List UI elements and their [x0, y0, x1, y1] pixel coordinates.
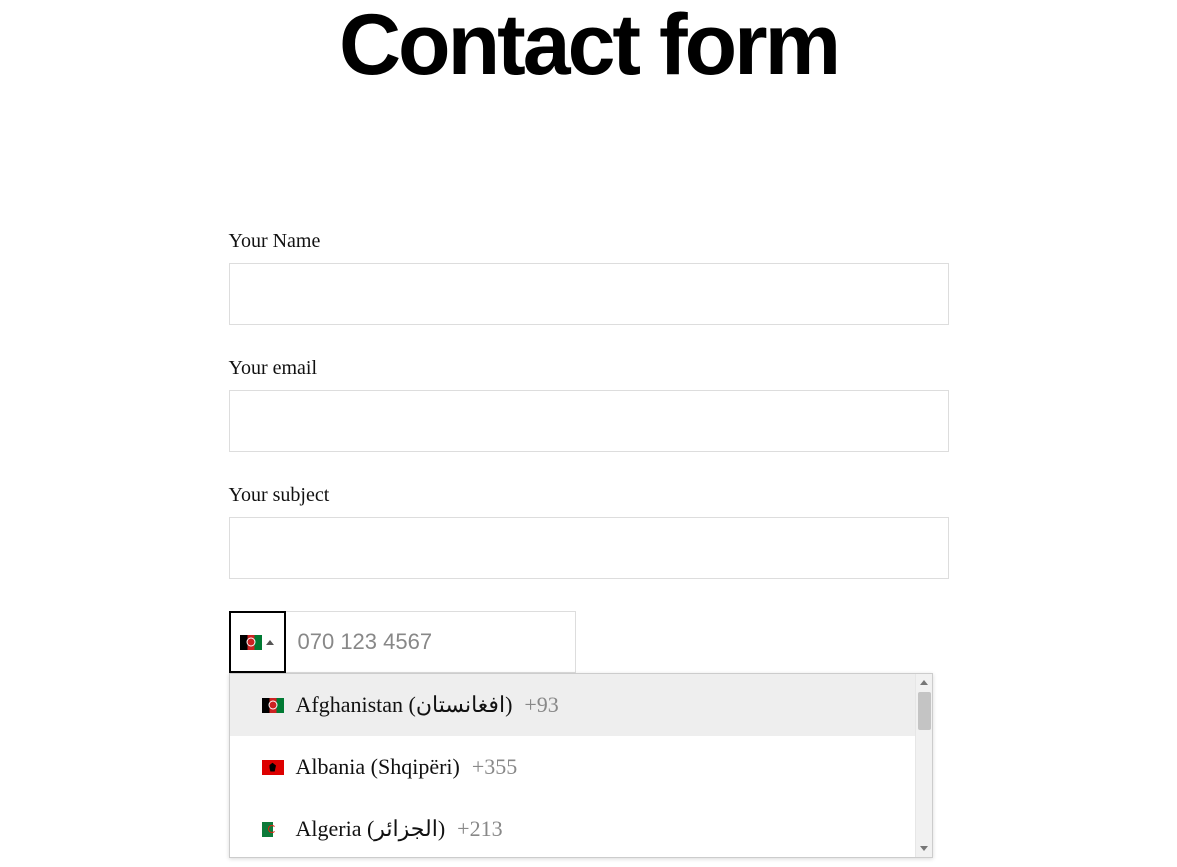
country-name: Algeria (الجزائر)	[296, 816, 446, 842]
country-name: Afghanistan (افغانستان)	[296, 692, 513, 718]
scrollbar[interactable]	[915, 674, 932, 857]
subject-label: Your subject	[229, 484, 949, 507]
country-list[interactable]: Afghanistan (افغانستان) +93 Albania (Shq…	[230, 674, 932, 857]
phone-input[interactable]	[286, 611, 576, 673]
subject-input[interactable]	[229, 517, 949, 579]
name-input[interactable]	[229, 263, 949, 325]
country-option-algeria[interactable]: Algeria (الجزائر) +213	[230, 798, 932, 857]
scroll-down-icon[interactable]	[916, 840, 932, 857]
scroll-up-icon[interactable]	[916, 674, 932, 691]
scroll-thumb[interactable]	[918, 692, 931, 730]
name-field: Your Name	[229, 230, 949, 325]
flag-afghanistan-icon	[262, 698, 284, 713]
chevron-up-icon	[266, 640, 274, 645]
dial-code: +93	[524, 692, 558, 718]
country-name: Albania (Shqipëri)	[296, 754, 460, 780]
dial-code: +355	[472, 754, 517, 780]
page-title: Contact form	[0, 0, 1177, 90]
country-option-albania[interactable]: Albania (Shqipëri) +355	[230, 736, 932, 798]
subject-field: Your subject	[229, 484, 949, 579]
name-label: Your Name	[229, 230, 949, 253]
contact-form: Your Name Your email Your subject Afghan…	[229, 230, 949, 673]
flag-algeria-icon	[262, 822, 284, 837]
flag-albania-icon	[262, 760, 284, 775]
email-label: Your email	[229, 357, 949, 380]
country-select-button[interactable]	[229, 611, 286, 673]
country-dropdown: Afghanistan (افغانستان) +93 Albania (Shq…	[229, 673, 933, 858]
flag-afghanistan-icon	[240, 635, 262, 650]
email-input[interactable]	[229, 390, 949, 452]
email-field: Your email	[229, 357, 949, 452]
dial-code: +213	[457, 816, 502, 842]
country-option-afghanistan[interactable]: Afghanistan (افغانستان) +93	[230, 674, 932, 736]
phone-field: Afghanistan (افغانستان) +93 Albania (Shq…	[229, 611, 949, 673]
